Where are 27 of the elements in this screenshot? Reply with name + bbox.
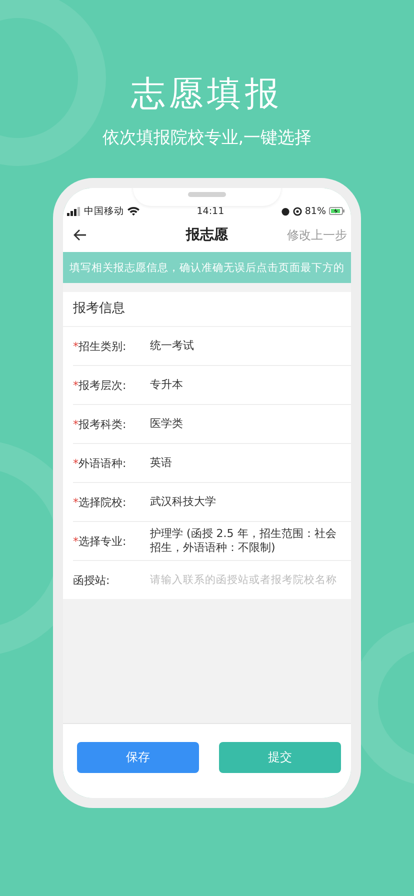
- battery-percent: 81%: [304, 206, 326, 216]
- screen-title: 报志愿: [184, 226, 229, 244]
- field-label: *报考科类:: [73, 416, 128, 432]
- field-value[interactable]: 武汉科技大学: [150, 491, 351, 513]
- speaker-icon: [188, 192, 226, 196]
- back-arrow-icon[interactable]: [73, 229, 87, 241]
- rotation-lock-icon: [292, 206, 302, 216]
- field-value[interactable]: 英语: [150, 452, 351, 474]
- section-title: 报考信息: [63, 292, 351, 327]
- field-value[interactable]: 护理学 (函授 2.5 年，招生范围：社会招生，外语语种：不限制): [150, 523, 351, 559]
- notice-text: 填写相关报志愿信息，确认准确无误后点击页面最下方的: [70, 260, 344, 274]
- subheadline: 依次填报院校专业,一键选择: [101, 127, 313, 150]
- field-label: *外语语种:: [73, 456, 128, 470]
- wifi-icon: [127, 206, 140, 216]
- battery-charging-icon: [328, 207, 345, 215]
- signal-icon: [67, 206, 81, 216]
- field-label: 函授站:: [73, 572, 111, 588]
- field-label: *招生类别:: [73, 338, 128, 354]
- status-time: 14:11: [196, 206, 224, 216]
- field-label: *报考层次:: [73, 378, 128, 392]
- headline: 志愿填报: [131, 73, 283, 116]
- field-value[interactable]: 专升本: [150, 374, 351, 396]
- field-label: *选择院校:: [73, 494, 128, 510]
- field-label: *选择专业:: [73, 534, 128, 548]
- field-value[interactable]: 医学类: [150, 413, 351, 435]
- field-value[interactable]: 统一考试: [150, 335, 351, 357]
- carrier-name: 中国移动: [84, 204, 124, 218]
